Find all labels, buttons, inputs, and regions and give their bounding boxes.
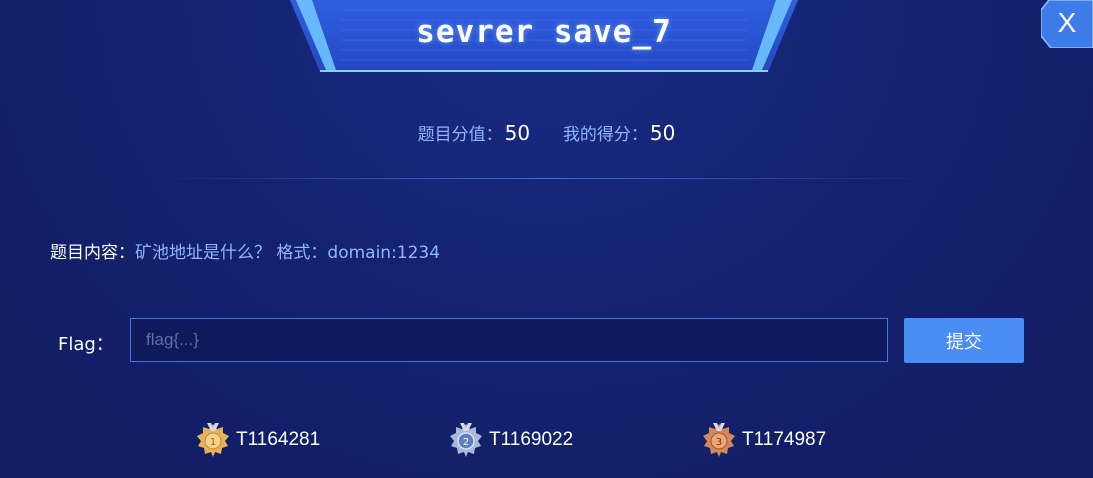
question-value: 50 xyxy=(504,121,531,145)
challenge-dialog: sevrer save_7 X 题目分值： 50 我的得分： 50 题目内容：矿池地… xyxy=(0,0,1093,478)
gold-medal-icon: 1 xyxy=(197,423,229,457)
svg-text:1: 1 xyxy=(210,437,216,448)
question-content: 题目内容：矿池地址是什么？ 格式：domain:1234 xyxy=(50,238,440,263)
silver-medal-icon: 2 xyxy=(450,423,482,457)
dialog-title: sevrer save_7 xyxy=(416,14,672,50)
rank-team: T1174987 xyxy=(742,429,827,450)
score-row: 题目分值： 50 我的得分： 50 xyxy=(0,120,1093,145)
question-value-label: 题目分值： xyxy=(417,125,503,145)
question-label: 题目内容： xyxy=(50,243,135,263)
rank-team: T1164281 xyxy=(236,429,321,450)
my-score: 50 xyxy=(649,121,676,145)
flag-label: Flag： xyxy=(58,334,114,355)
title-banner: sevrer save_7 xyxy=(290,0,798,74)
question-text: 矿池地址是什么？ 格式：domain:1234 xyxy=(135,243,441,263)
divider xyxy=(150,178,940,179)
submit-button[interactable]: 提交 xyxy=(904,318,1024,363)
rank-team: T1169022 xyxy=(489,429,574,450)
my-score-label: 我的得分： xyxy=(562,125,648,145)
svg-text:2: 2 xyxy=(463,437,469,448)
flag-input[interactable] xyxy=(130,318,888,362)
svg-text:3: 3 xyxy=(716,437,722,448)
close-button[interactable]: X xyxy=(1041,0,1093,48)
bronze-medal-icon: 3 xyxy=(703,423,735,457)
close-icon: X xyxy=(1057,7,1077,38)
